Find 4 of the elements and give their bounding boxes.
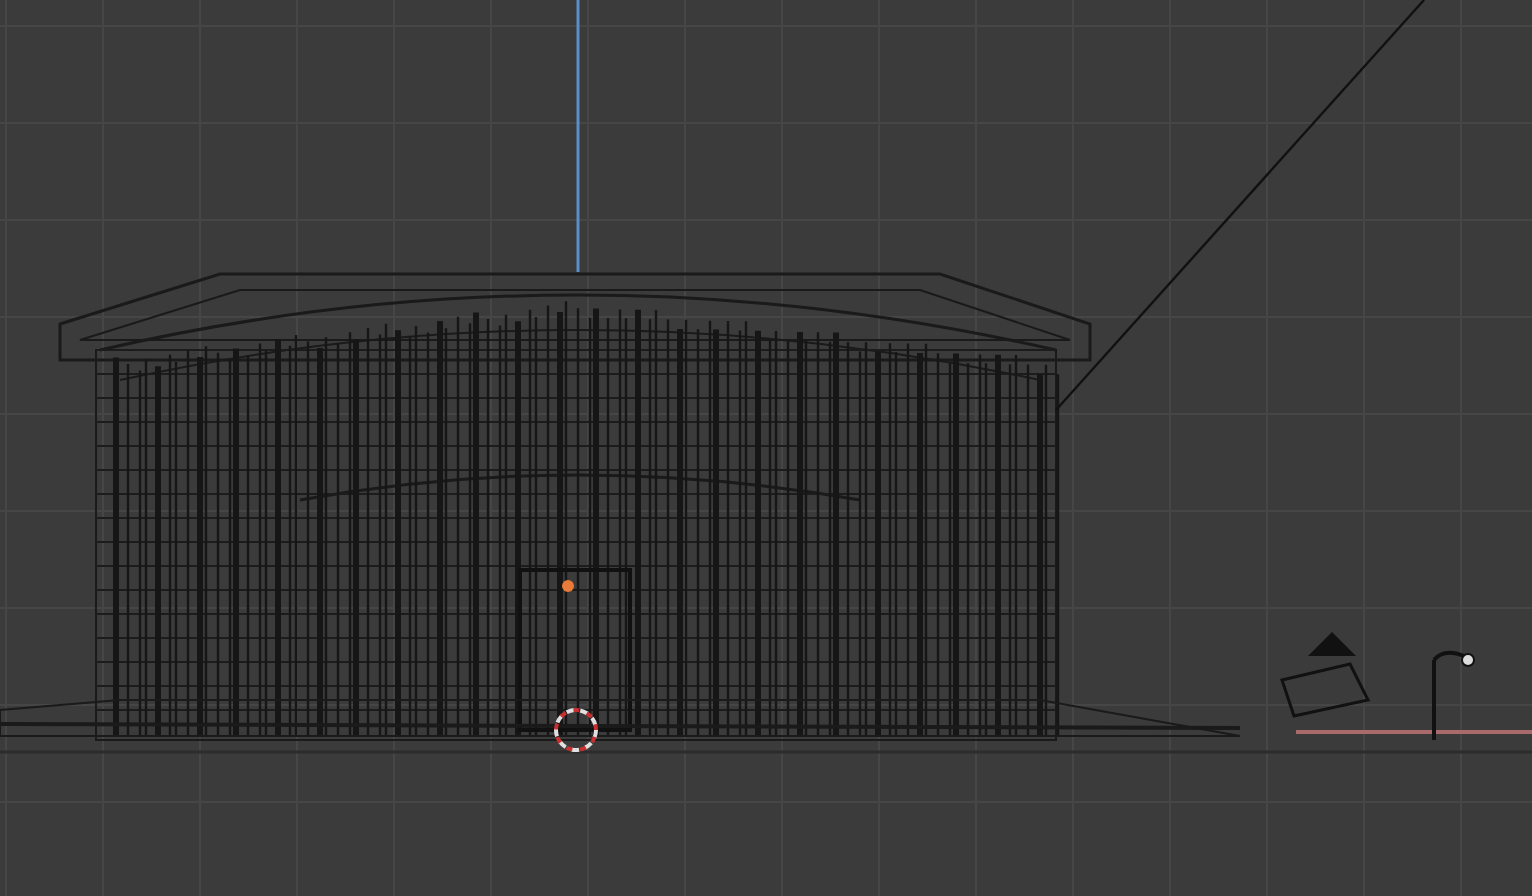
3d-cursor-icon [554, 708, 598, 752]
camera-icon [1280, 632, 1371, 718]
viewport-3d[interactable] [0, 0, 1532, 896]
lamp-icon [1432, 650, 1475, 740]
